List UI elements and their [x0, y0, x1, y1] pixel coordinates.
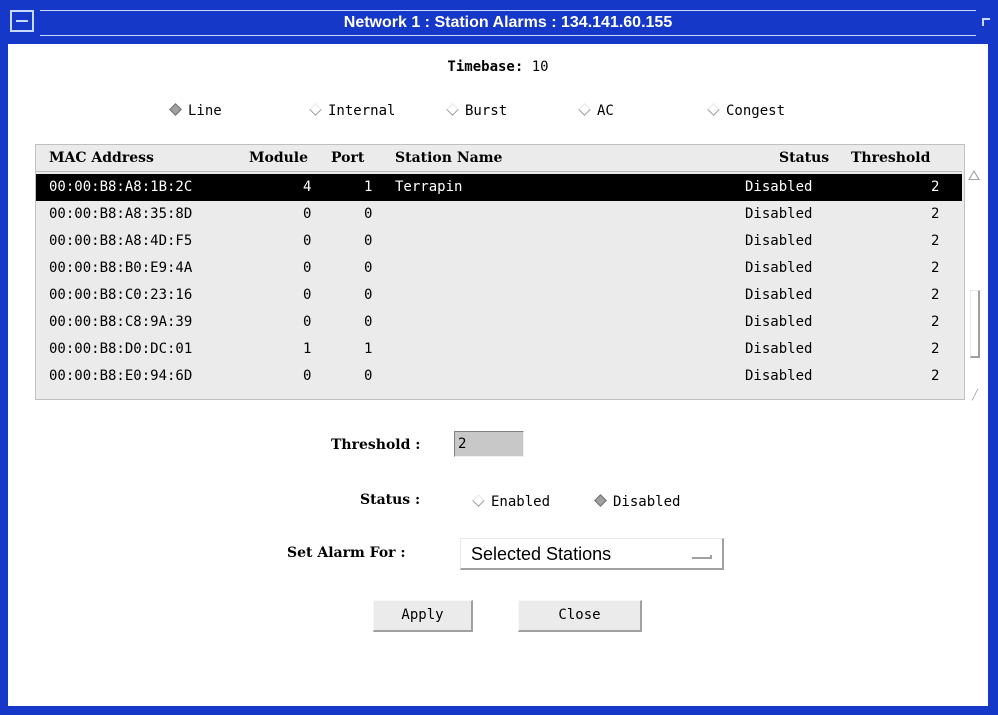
scroll-up-arrow-icon[interactable] [968, 170, 980, 180]
radio-unselected-icon [446, 103, 459, 116]
radio-unselected-icon [707, 103, 720, 116]
maximize-icon[interactable] [976, 10, 992, 34]
timebase-value: 10 [531, 59, 549, 75]
set-alarm-value: Selected Stations [471, 544, 612, 564]
radio-internal[interactable]: Internal [309, 103, 395, 119]
radio-ac[interactable]: AC [578, 103, 614, 119]
timebase-label: Timebase: [447, 59, 524, 75]
col-mac-address[interactable]: MAC Address [49, 145, 154, 171]
table-row[interactable]: 00:00:B8:B0:E9:4A 0 0 Disabled 2 [36, 255, 962, 282]
radio-unselected-icon [578, 103, 591, 116]
col-station-name[interactable]: Station Name [395, 145, 502, 171]
radio-selected-icon [169, 103, 182, 116]
table-row[interactable]: 00:00:B8:C0:23:16 0 0 Disabled 2 [36, 282, 962, 309]
scroll-down-arrow-icon[interactable]: ╱ [972, 390, 978, 401]
radio-enabled[interactable]: Enabled [472, 494, 550, 510]
radio-selected-icon [594, 494, 607, 507]
table-row[interactable]: 00:00:B8:A8:35:8D 0 0 Disabled 2 [36, 201, 962, 228]
table-row[interactable]: 00:00:B8:D0:DC:01 1 1 Disabled 2 [36, 336, 962, 363]
threshold-label: Threshold : [331, 437, 421, 453]
col-port[interactable]: Port [331, 145, 364, 171]
stations-table: MAC Address Module Port Station Name Sta… [35, 144, 965, 400]
col-status[interactable]: Status [779, 145, 829, 171]
radio-unselected-icon [309, 103, 322, 116]
set-alarm-dropdown[interactable]: Selected Stations [460, 538, 724, 570]
close-button[interactable]: Close [518, 600, 642, 632]
table-row[interactable]: 00:00:B8:A8:1B:2C 4 1 Terrapin Disabled … [36, 174, 962, 201]
set-alarm-label: Set Alarm For : [287, 545, 406, 561]
scroll-thumb[interactable] [970, 290, 980, 358]
radio-congest[interactable]: Congest [707, 103, 785, 119]
window-title: Network 1 : Station Alarms : 134.141.60.… [343, 14, 673, 31]
table-header: MAC Address Module Port Station Name Sta… [36, 145, 962, 172]
radio-burst[interactable]: Burst [446, 103, 507, 119]
status-label: Status : [360, 492, 421, 508]
title-bar[interactable]: Network 1 : Station Alarms : 134.141.60.… [0, 0, 998, 44]
table-scrollbar[interactable]: ╱ [968, 170, 982, 402]
col-module[interactable]: Module [249, 145, 308, 171]
timebase: Timebase: 10 [8, 59, 988, 75]
apply-button[interactable]: Apply [373, 600, 473, 632]
radio-disabled[interactable]: Disabled [594, 494, 680, 510]
window-frame: Network 1 : Station Alarms : 134.141.60.… [0, 0, 998, 715]
dialog-body: Timebase: 10 Line Internal Burst AC Cong… [8, 44, 988, 706]
window-menu-icon[interactable] [10, 10, 34, 32]
col-threshold[interactable]: Threshold [851, 145, 930, 171]
table-row[interactable]: 00:00:B8:E0:94:6D 0 0 Disabled 2 [36, 363, 962, 390]
radio-unselected-icon [472, 494, 485, 507]
radio-line[interactable]: Line [169, 103, 222, 119]
table-row[interactable]: 00:00:B8:A8:4D:F5 0 0 Disabled 2 [36, 228, 962, 255]
table-row[interactable]: 00:00:B8:C8:9A:39 0 0 Disabled 2 [36, 309, 962, 336]
dropdown-indicator-icon [692, 555, 712, 559]
threshold-input[interactable]: 2 [454, 431, 524, 457]
